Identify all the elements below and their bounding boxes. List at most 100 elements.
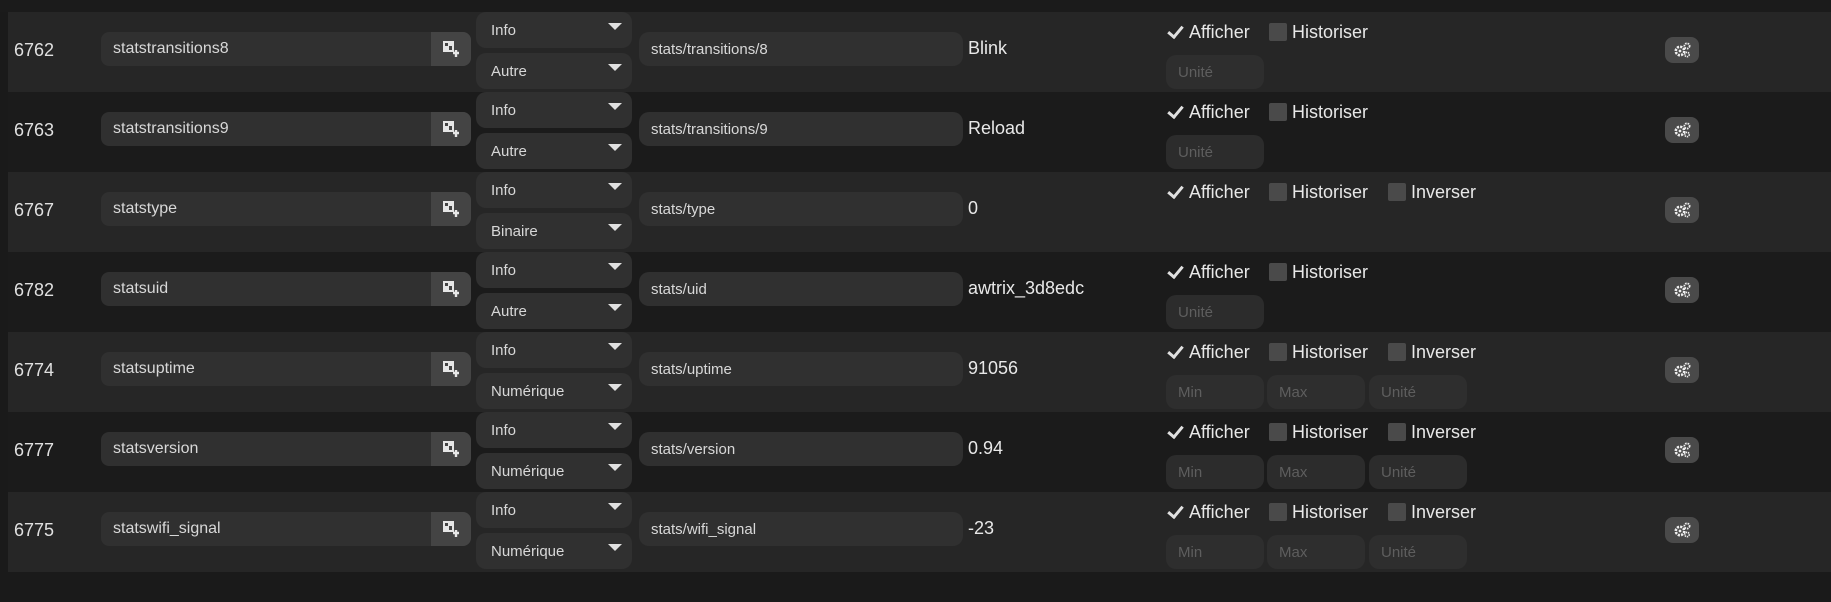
unite-input[interactable]: Unité — [1166, 55, 1264, 89]
type-select-value: Info — [491, 182, 517, 199]
current-value: 0 — [968, 198, 979, 218]
configure-button[interactable] — [1665, 437, 1699, 463]
historiser-checkbox[interactable]: Historiser — [1269, 182, 1368, 202]
subtype-select[interactable]: Autre — [476, 293, 632, 329]
type-select-value: Info — [491, 342, 517, 359]
configure-button[interactable] — [1665, 37, 1699, 63]
configure-button[interactable] — [1665, 197, 1699, 223]
unite-input[interactable]: Unité — [1369, 535, 1467, 569]
unite-input[interactable]: Unité — [1369, 455, 1467, 489]
topic-input[interactable]: stats/type — [639, 192, 963, 226]
historiser-checkbox[interactable]: Historiser — [1269, 342, 1368, 362]
historiser-box-icon — [1269, 503, 1287, 521]
inverser-box-icon — [1388, 183, 1406, 201]
topic-input[interactable]: stats/transitions/8 — [639, 32, 963, 66]
command-name-input[interactable]: statsuid — [101, 272, 471, 306]
max-input[interactable]: Max — [1267, 455, 1365, 489]
configure-button[interactable] — [1665, 357, 1699, 383]
command-name-input[interactable]: statstype — [101, 192, 471, 226]
afficher-checkbox[interactable]: Afficher — [1166, 342, 1250, 362]
command-name-input[interactable]: statswifi_signal — [101, 512, 471, 546]
command-name-input[interactable]: statstransitions9 — [101, 112, 471, 146]
inverser-checkbox[interactable]: Inverser — [1388, 342, 1476, 362]
subtype-select[interactable]: Numérique — [476, 373, 632, 409]
configure-button[interactable] — [1665, 117, 1699, 143]
type-select[interactable]: Info — [476, 252, 632, 288]
topic-input[interactable]: stats/version — [639, 432, 963, 466]
max-input[interactable]: Max — [1267, 535, 1365, 569]
max-input[interactable]: Max — [1267, 375, 1365, 409]
current-value: Reload — [968, 118, 1026, 138]
topic-input[interactable]: stats/uid — [639, 272, 963, 306]
map-edit-button[interactable] — [431, 272, 471, 306]
map-edit-button[interactable] — [431, 432, 471, 466]
table-row: 6775 statswifi_signal Info Numérique sta… — [8, 492, 1831, 572]
type-select[interactable]: Info — [476, 92, 632, 128]
subtype-select[interactable]: Numérique — [476, 533, 632, 569]
gears-icon — [1674, 122, 1691, 138]
map-edit-button[interactable] — [431, 192, 471, 226]
type-select[interactable]: Info — [476, 332, 632, 368]
inverser-checkbox[interactable]: Inverser — [1388, 422, 1476, 442]
afficher-checkbox[interactable]: Afficher — [1166, 422, 1250, 442]
type-select[interactable]: Info — [476, 492, 632, 528]
type-select[interactable]: Info — [476, 12, 632, 48]
command-name-input[interactable]: statsuptime — [101, 352, 471, 386]
inverser-checkbox[interactable]: Inverser — [1388, 182, 1476, 202]
command-name-input[interactable]: statstransitions8 — [101, 32, 471, 66]
map-edit-button[interactable] — [431, 352, 471, 386]
min-input[interactable]: Min — [1166, 455, 1264, 489]
afficher-check-icon — [1166, 23, 1184, 41]
afficher-checkbox[interactable]: Afficher — [1166, 262, 1250, 282]
command-id: 6767 — [14, 200, 55, 220]
unite-input[interactable]: Unité — [1369, 375, 1467, 409]
min-placeholder: Unité — [1178, 144, 1214, 161]
afficher-checkbox[interactable]: Afficher — [1166, 22, 1250, 42]
unite-placeholder: Unité — [1381, 384, 1417, 401]
topic-input[interactable]: stats/transitions/9 — [639, 112, 963, 146]
subtype-select[interactable]: Binaire — [476, 213, 632, 249]
afficher-check-icon — [1166, 183, 1184, 201]
table-row: 6777 statsversion Info Numérique stats/v… — [8, 412, 1831, 492]
map-edit-button[interactable] — [431, 512, 471, 546]
map-edit-button[interactable] — [431, 112, 471, 146]
type-select-value: Info — [491, 422, 517, 439]
configure-button[interactable] — [1665, 517, 1699, 543]
topic-input[interactable]: stats/uptime — [639, 352, 963, 386]
afficher-checkbox[interactable]: Afficher — [1166, 102, 1250, 122]
subtype-select[interactable]: Autre — [476, 133, 632, 169]
unite-input[interactable]: Unité — [1166, 295, 1264, 329]
unite-input[interactable]: Unité — [1166, 135, 1264, 169]
historiser-label: Historiser — [1292, 261, 1369, 282]
map-edit-icon — [443, 201, 459, 217]
historiser-checkbox[interactable]: Historiser — [1269, 422, 1368, 442]
afficher-label: Afficher — [1189, 101, 1250, 122]
configure-button[interactable] — [1665, 277, 1699, 303]
afficher-checkbox[interactable]: Afficher — [1166, 182, 1250, 202]
map-edit-icon — [443, 441, 459, 457]
command-name-text: statsversion — [113, 440, 199, 457]
topic-input[interactable]: stats/wifi_signal — [639, 512, 963, 546]
chevron-down-icon — [608, 103, 622, 110]
type-select[interactable]: Info — [476, 172, 632, 208]
afficher-check-icon — [1166, 503, 1184, 521]
historiser-checkbox[interactable]: Historiser — [1269, 262, 1368, 282]
historiser-label: Historiser — [1292, 501, 1369, 522]
min-input[interactable]: Min — [1166, 535, 1264, 569]
subtype-select[interactable]: Autre — [476, 53, 632, 89]
command-name-input[interactable]: statsversion — [101, 432, 471, 466]
historiser-checkbox[interactable]: Historiser — [1269, 102, 1368, 122]
type-select[interactable]: Info — [476, 412, 632, 448]
afficher-checkbox[interactable]: Afficher — [1166, 502, 1250, 522]
table-row: 6774 statsuptime Info Numérique stats/up… — [8, 332, 1831, 412]
historiser-checkbox[interactable]: Historiser — [1269, 22, 1368, 42]
historiser-checkbox[interactable]: Historiser — [1269, 502, 1368, 522]
subtype-select[interactable]: Numérique — [476, 453, 632, 489]
inverser-checkbox[interactable]: Inverser — [1388, 502, 1476, 522]
map-edit-button[interactable] — [431, 32, 471, 66]
max-placeholder: Max — [1279, 464, 1308, 481]
command-id: 6774 — [14, 360, 55, 380]
min-input[interactable]: Min — [1166, 375, 1264, 409]
chevron-down-icon — [608, 423, 622, 430]
afficher-label: Afficher — [1189, 181, 1250, 202]
